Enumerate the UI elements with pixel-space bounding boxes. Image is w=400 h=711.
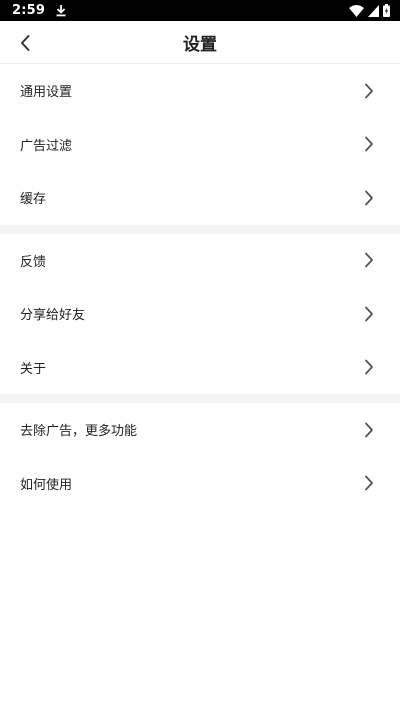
settings-item-ad-filter[interactable]: 广告过滤	[0, 118, 400, 172]
app-header: 设置	[0, 21, 400, 64]
chevron-right-icon	[365, 83, 373, 99]
chevron-right-icon	[365, 306, 373, 322]
settings-item-label: 去除广告，更多功能	[20, 424, 138, 440]
settings-item-feedback[interactable]: 反馈	[0, 234, 400, 288]
settings-item-general[interactable]: 通用设置	[0, 64, 400, 118]
settings-item-label: 缓存	[20, 192, 47, 208]
chevron-left-icon	[21, 34, 30, 51]
settings-list: 通用设置 广告过滤 缓存 反馈 分享给好友 关于 去除广告，更多功能 如何使用	[0, 64, 400, 510]
settings-item-cache[interactable]: 缓存	[0, 171, 400, 225]
chevron-right-icon	[365, 190, 373, 206]
settings-item-label: 通用设置	[20, 85, 73, 101]
settings-item-remove-ads[interactable]: 去除广告，更多功能	[0, 403, 400, 457]
chevron-right-icon	[365, 136, 373, 152]
status-bar: 2:59	[0, 0, 400, 21]
back-button[interactable]	[8, 21, 42, 64]
settings-item-label: 广告过滤	[20, 138, 73, 154]
settings-item-share[interactable]: 分享给好友	[0, 287, 400, 341]
chevron-right-icon	[365, 475, 373, 491]
download-icon	[56, 5, 66, 17]
settings-group-3: 去除广告，更多功能 如何使用	[0, 403, 400, 510]
settings-group-1: 通用设置 广告过滤 缓存	[0, 64, 400, 225]
chevron-right-icon	[365, 359, 373, 375]
chevron-right-icon	[365, 252, 373, 268]
signal-icon	[368, 4, 379, 17]
settings-item-label: 如何使用	[20, 477, 73, 493]
settings-group-2: 反馈 分享给好友 关于	[0, 233, 400, 395]
section-divider	[0, 394, 400, 403]
status-time: 2:59	[12, 3, 46, 18]
section-divider	[0, 224, 400, 234]
chevron-right-icon	[365, 422, 373, 438]
page-title: 设置	[183, 34, 217, 55]
wifi-icon	[349, 4, 364, 17]
settings-item-how-to-use[interactable]: 如何使用	[0, 457, 400, 511]
settings-item-about[interactable]: 关于	[0, 341, 400, 395]
settings-item-label: 分享给好友	[20, 308, 86, 324]
battery-icon	[383, 4, 390, 17]
settings-item-label: 反馈	[20, 254, 47, 270]
settings-item-label: 关于	[20, 361, 47, 377]
